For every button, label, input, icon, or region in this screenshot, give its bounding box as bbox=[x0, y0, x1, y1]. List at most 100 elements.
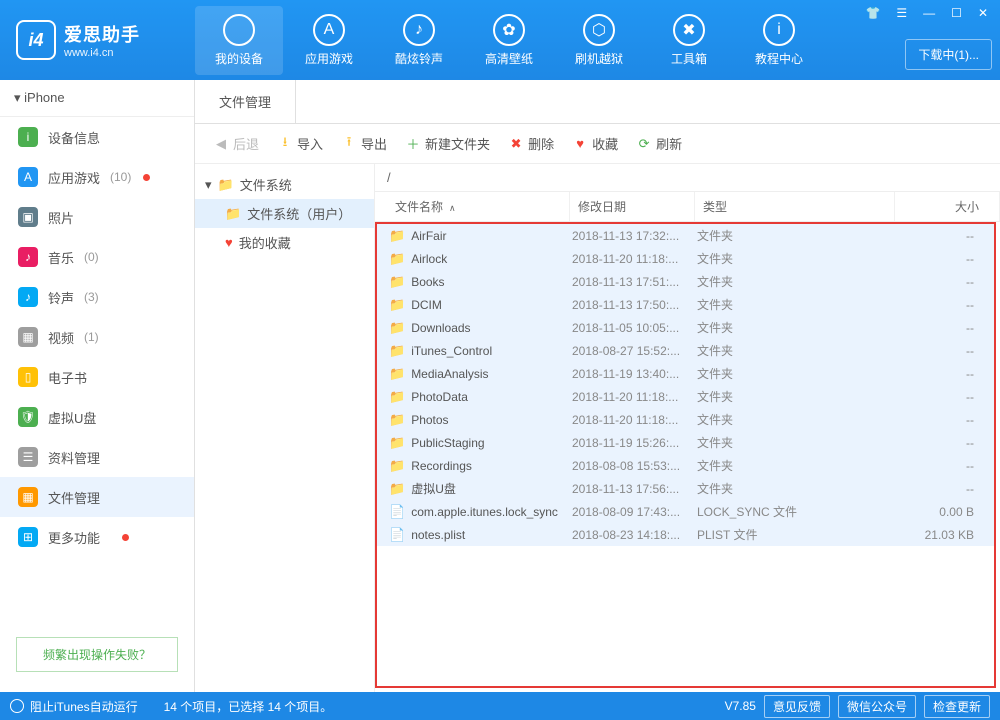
file-row[interactable]: 📁Photos2018-11-20 11:18:...文件夹-- bbox=[377, 408, 994, 431]
folder-tree: ▾ 📁 文件系统 📁 文件系统（用户） ♥ 我的收藏 bbox=[195, 164, 375, 692]
sidebar-icon: ▦ bbox=[18, 487, 38, 507]
path-bar[interactable]: / bbox=[375, 164, 1000, 192]
import-button[interactable]: ⭳导入 bbox=[277, 134, 323, 153]
close-icon[interactable]: ✕ bbox=[974, 4, 992, 22]
nav-item[interactable]: A应用游戏 bbox=[285, 6, 373, 75]
download-button[interactable]: 下载中(1)... bbox=[905, 39, 992, 70]
nav-label: 高清壁纸 bbox=[485, 50, 533, 67]
notification-dot bbox=[143, 174, 150, 181]
file-type: 文件夹 bbox=[697, 388, 897, 405]
menu-icon[interactable]: ☰ bbox=[892, 4, 911, 22]
file-type: 文件夹 bbox=[697, 480, 897, 497]
wechat-button[interactable]: 微信公众号 bbox=[838, 695, 916, 718]
file-row[interactable]: 📄notes.plist2018-08-23 14:18:...PLIST 文件… bbox=[377, 523, 994, 546]
status-bar: 阻止iTunes自动运行 14 个项目，已选择 14 个项目。 V7.85 意见… bbox=[0, 692, 1000, 720]
nav-item[interactable]: ✿ 高清壁纸 bbox=[465, 6, 553, 75]
sidebar-item[interactable]: ⊞更多功能 bbox=[0, 517, 194, 557]
sidebar-item[interactable]: ▯电子书 bbox=[0, 357, 194, 397]
file-type: 文件夹 bbox=[697, 227, 897, 244]
refresh-button[interactable]: ⟳刷新 bbox=[636, 134, 682, 153]
sidebar-item[interactable]: ☰资料管理 bbox=[0, 437, 194, 477]
nav-item[interactable]: ♪酷炫铃声 bbox=[375, 6, 463, 75]
file-row[interactable]: 📁PhotoData2018-11-20 11:18:...文件夹-- bbox=[377, 385, 994, 408]
nav-label: 酷炫铃声 bbox=[395, 50, 443, 67]
import-icon: ⭳ bbox=[277, 136, 293, 152]
folder-icon: 📁 bbox=[389, 320, 405, 336]
folder-icon: 📁 bbox=[389, 366, 405, 382]
file-name: Photos bbox=[411, 413, 448, 427]
maximize-icon[interactable]: ☐ bbox=[947, 4, 966, 22]
nav-item[interactable]: ✖工具箱 bbox=[645, 6, 733, 75]
sidebar-item[interactable]: ▣照片 bbox=[0, 197, 194, 237]
theme-icon[interactable]: 👕 bbox=[861, 4, 884, 22]
nav-label: 教程中心 bbox=[755, 50, 803, 67]
file-name: notes.plist bbox=[411, 528, 465, 542]
sidebar-item[interactable]: ♪音乐 (0) bbox=[0, 237, 194, 277]
file-row[interactable]: 📁Downloads2018-11-05 10:05:...文件夹-- bbox=[377, 316, 994, 339]
sidebar-count: (1) bbox=[84, 330, 99, 344]
sidebar-item[interactable]: ♪铃声 (3) bbox=[0, 277, 194, 317]
file-row[interactable]: 📁iTunes_Control2018-08-27 15:52:...文件夹-- bbox=[377, 339, 994, 362]
file-type: 文件夹 bbox=[697, 273, 897, 290]
file-name: MediaAnalysis bbox=[411, 367, 488, 381]
itunes-block-toggle[interactable]: 阻止iTunes自动运行 bbox=[10, 698, 138, 715]
file-row[interactable]: 📁PublicStaging2018-11-19 15:26:...文件夹-- bbox=[377, 431, 994, 454]
status-summary: 14 个项目，已选择 14 个项目。 bbox=[164, 698, 333, 715]
file-size: 21.03 KB bbox=[897, 528, 994, 542]
file-date: 2018-11-13 17:51:... bbox=[572, 275, 697, 289]
file-row[interactable]: 📁Books2018-11-13 17:51:...文件夹-- bbox=[377, 270, 994, 293]
col-name[interactable]: 文件名称∧ bbox=[375, 192, 570, 221]
app-name-cn: 爱思助手 bbox=[64, 21, 140, 47]
tree-user-fs[interactable]: 📁 文件系统（用户） bbox=[195, 199, 374, 228]
feedback-button[interactable]: 意见反馈 bbox=[764, 695, 830, 718]
update-button[interactable]: 检查更新 bbox=[924, 695, 990, 718]
sidebar-item[interactable]: A应用游戏 (10) bbox=[0, 157, 194, 197]
favorite-button[interactable]: ♥收藏 bbox=[572, 134, 618, 153]
nav-item[interactable]: ⬡刷机越狱 bbox=[555, 6, 643, 75]
file-row[interactable]: 📁Recordings2018-08-08 15:53:...文件夹-- bbox=[377, 454, 994, 477]
sidebar-label: 视频 bbox=[48, 328, 74, 347]
nav-icon: ✿ bbox=[493, 14, 525, 46]
minimize-icon[interactable]: — bbox=[919, 4, 939, 22]
export-button[interactable]: ⭱导出 bbox=[341, 134, 387, 153]
sidebar-icon: ▣ bbox=[18, 207, 38, 227]
logo-icon: i4 bbox=[16, 20, 56, 60]
tab-files[interactable]: 文件管理 bbox=[195, 80, 296, 123]
file-icon: 📄 bbox=[389, 504, 405, 520]
sidebar-item[interactable]: ▦文件管理 bbox=[0, 477, 194, 517]
sidebar-item[interactable]: i设备信息 bbox=[0, 117, 194, 157]
newfolder-button[interactable]: ＋新建文件夹 bbox=[405, 134, 490, 153]
sidebar-item[interactable]: ▦ 视频 (1) bbox=[0, 317, 194, 357]
col-size[interactable]: 大小 bbox=[895, 192, 1000, 221]
file-row[interactable]: 📁MediaAnalysis2018-11-19 13:40:...文件夹-- bbox=[377, 362, 994, 385]
file-size: -- bbox=[897, 321, 994, 335]
toolbar: ◀后退 ⭳导入 ⭱导出 ＋新建文件夹 ✖删除 ♥收藏 ⟳刷新 bbox=[195, 124, 1000, 164]
file-row[interactable]: 📁DCIM2018-11-13 17:50:...文件夹-- bbox=[377, 293, 994, 316]
sidebar-icon: ▦ bbox=[18, 327, 38, 347]
sidebar-label: 音乐 bbox=[48, 248, 74, 267]
file-size: -- bbox=[897, 298, 994, 312]
file-size: -- bbox=[897, 229, 994, 243]
file-row[interactable]: 📁AirFair2018-11-13 17:32:...文件夹-- bbox=[377, 224, 994, 247]
sidebar-item[interactable]: 🛡虚拟U盘 bbox=[0, 397, 194, 437]
col-date[interactable]: 修改日期 bbox=[570, 192, 695, 221]
help-link[interactable]: 频繁出现操作失败？ bbox=[16, 637, 178, 672]
file-date: 2018-11-20 11:18:... bbox=[572, 390, 697, 404]
nav-icon: i bbox=[763, 14, 795, 46]
file-row[interactable]: 📁虚拟U盘2018-11-13 17:56:...文件夹-- bbox=[377, 477, 994, 500]
tree-favorites[interactable]: ♥ 我的收藏 bbox=[195, 228, 374, 257]
tree-root[interactable]: ▾ 📁 文件系统 bbox=[195, 170, 374, 199]
col-type[interactable]: 类型 bbox=[695, 192, 895, 221]
file-date: 2018-11-20 11:18:... bbox=[572, 413, 697, 427]
device-selector[interactable]: ▾ iPhone bbox=[0, 80, 194, 117]
file-date: 2018-11-13 17:32:... bbox=[572, 229, 697, 243]
file-size: -- bbox=[897, 252, 994, 266]
file-type: 文件夹 bbox=[697, 250, 897, 267]
delete-button[interactable]: ✖删除 bbox=[508, 134, 554, 153]
file-date: 2018-11-13 17:56:... bbox=[572, 482, 697, 496]
file-row[interactable]: 📁Airlock2018-11-20 11:18:...文件夹-- bbox=[377, 247, 994, 270]
nav-item[interactable]: i 教程中心 bbox=[735, 6, 823, 75]
file-name: Airlock bbox=[411, 252, 447, 266]
file-row[interactable]: 📄com.apple.itunes.lock_sync2018-08-09 17… bbox=[377, 500, 994, 523]
nav-item[interactable]: 我的设备 bbox=[195, 6, 283, 75]
